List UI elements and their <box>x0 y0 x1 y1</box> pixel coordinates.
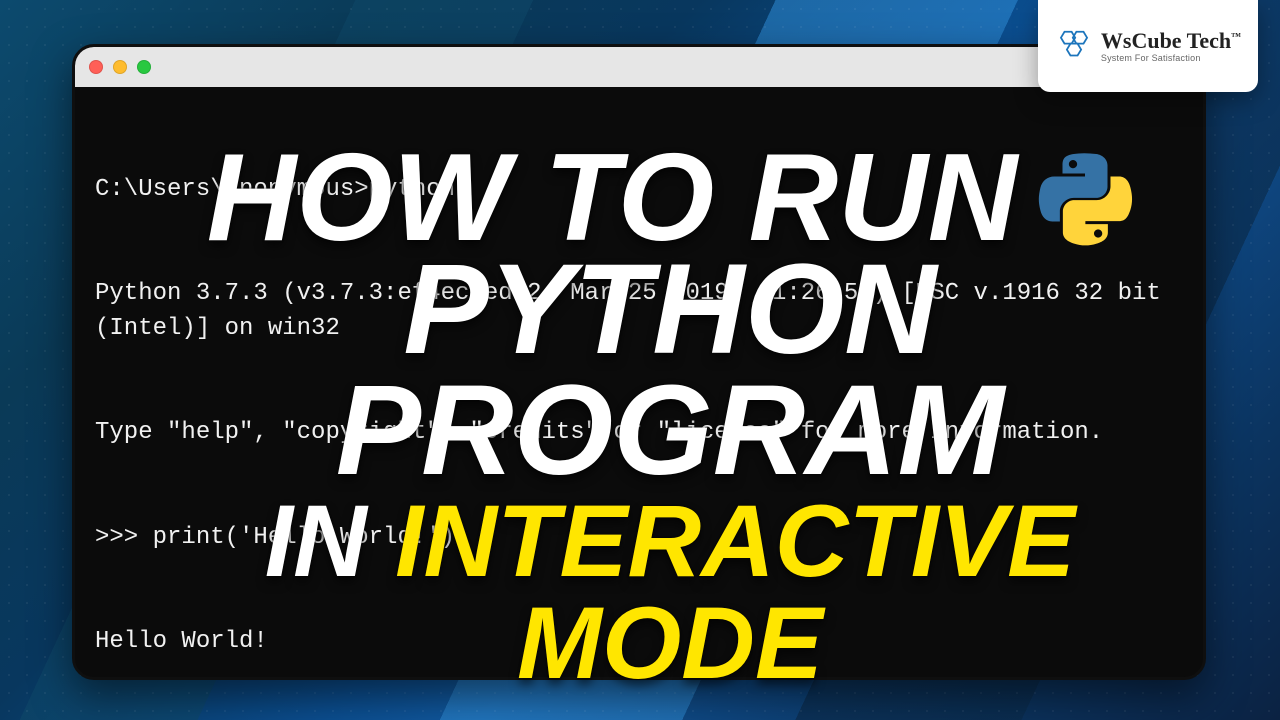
brand-card: WsCube Tech™ System For Satisfaction <box>1038 0 1258 92</box>
terminal-line: Python 3.7.3 (v3.7.3:ef4ec6ed12, Mar 25 … <box>95 277 1183 347</box>
window-titlebar <box>75 47 1203 87</box>
zoom-icon[interactable] <box>137 60 151 74</box>
close-icon[interactable] <box>89 60 103 74</box>
minimize-icon[interactable] <box>113 60 127 74</box>
brand-tagline: System For Satisfaction <box>1101 54 1241 63</box>
brand-hex-icon <box>1055 29 1093 63</box>
terminal-output: C:\Users\Anonymous>python Python 3.7.3 (… <box>75 87 1203 680</box>
thumbnail-stage: C:\Users\Anonymous>python Python 3.7.3 (… <box>0 0 1280 720</box>
terminal-line: >>> print('Hello World!') <box>95 521 1183 556</box>
terminal-line: C:\Users\Anonymous>python <box>95 173 1183 208</box>
terminal-line: Type "help", "copyright", "credits" or "… <box>95 416 1183 451</box>
terminal-line: Hello World! <box>95 625 1183 660</box>
terminal-window: C:\Users\Anonymous>python Python 3.7.3 (… <box>72 44 1206 680</box>
brand-name: WsCube Tech™ <box>1101 30 1241 52</box>
